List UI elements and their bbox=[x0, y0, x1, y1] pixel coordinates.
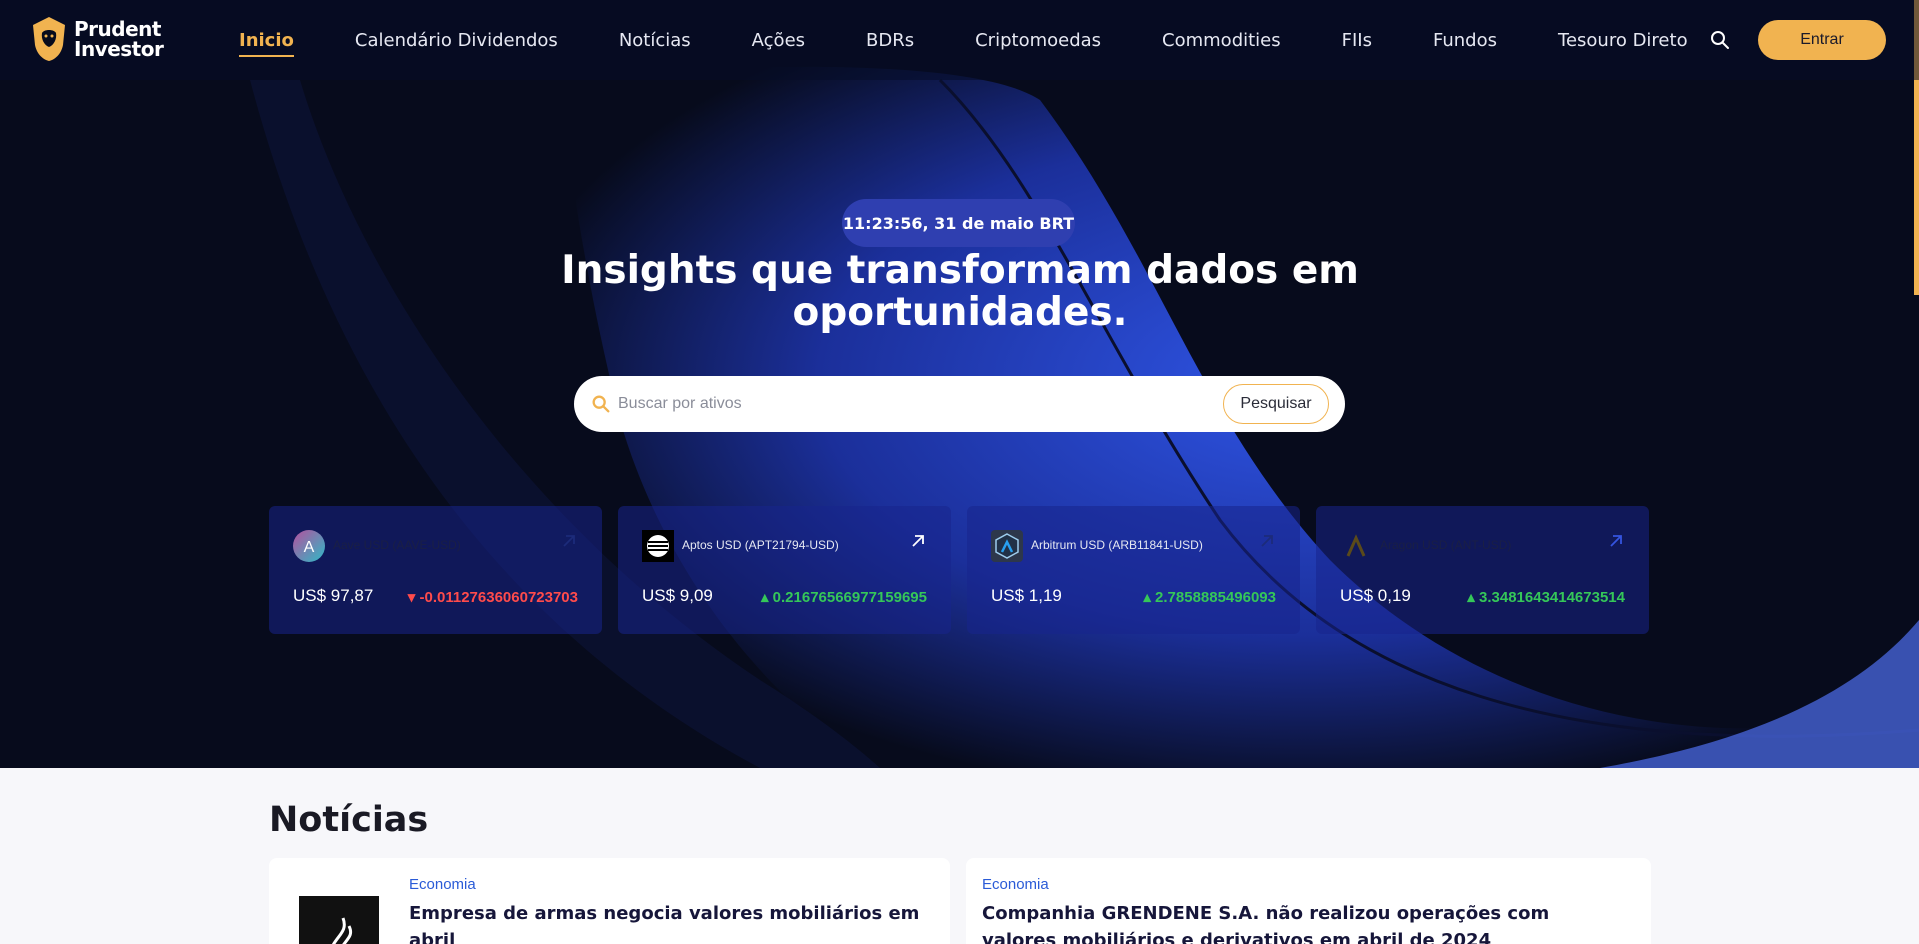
lion-logo-icon bbox=[33, 17, 65, 61]
ticker-card[interactable]: Aptos USD (APT21794-USD) US$ 9,09 ▴ 0.21… bbox=[618, 506, 951, 634]
news-category[interactable]: Economia bbox=[409, 876, 476, 893]
hero-section: 11:23:56, 31 de maio BRT Insights que tr… bbox=[0, 0, 1919, 768]
login-button[interactable]: Entrar bbox=[1758, 20, 1886, 60]
nav-item-bdrs[interactable]: BDRs bbox=[866, 30, 914, 51]
ticker-price: US$ 97,87 bbox=[293, 586, 374, 605]
hero-title: Insights que transformam dados em oportu… bbox=[561, 248, 1359, 335]
arrow-up-right-icon[interactable] bbox=[1258, 532, 1276, 550]
news-section-title: Notícias bbox=[269, 800, 429, 840]
asset-search-input[interactable] bbox=[618, 388, 1218, 420]
news-headline[interactable]: Companhia GRENDENE S.A. não realizou ope… bbox=[982, 900, 1582, 944]
arbitrum-icon bbox=[991, 530, 1023, 562]
news-thumbnail bbox=[299, 896, 379, 944]
arrow-up-right-icon[interactable] bbox=[1607, 532, 1625, 550]
nav-item-criptomoedas[interactable]: Criptomoedas bbox=[975, 30, 1101, 51]
ticker-name: Arbitrum USD (ARB11841-USD) bbox=[1031, 538, 1203, 552]
arrow-down-icon: ▾ bbox=[407, 589, 420, 606]
search-icon[interactable] bbox=[1708, 28, 1732, 52]
ticker-price: US$ 9,09 bbox=[642, 586, 713, 605]
news-category[interactable]: Economia bbox=[982, 876, 1049, 893]
time-badge: 11:23:56, 31 de maio BRT bbox=[842, 199, 1075, 247]
nav-item-acoes[interactable]: Ações bbox=[752, 30, 805, 51]
ticker-change: ▴ 3.3481643414673514 bbox=[1467, 589, 1625, 606]
ticker-card[interactable]: Aragon USD (ANT-USD) US$ 0,19 ▴ 3.348164… bbox=[1316, 506, 1649, 634]
ticker-name: Aave USD (AAVE-USD) bbox=[333, 538, 461, 552]
nav-item-fiis[interactable]: FIIs bbox=[1342, 30, 1372, 51]
aave-icon: A bbox=[293, 530, 325, 562]
aptos-icon bbox=[642, 530, 674, 562]
ticker-name: Aragon USD (ANT-USD) bbox=[1380, 538, 1512, 552]
asset-search-bar: Pesquisar bbox=[574, 376, 1345, 432]
ticker-change: ▾ -0.01127636060723703 bbox=[407, 589, 578, 606]
nav-links: Inicio Calendário Dividendos Notícias Aç… bbox=[239, 0, 1688, 80]
ticker-cards: A Aave USD (AAVE-USD) US$ 97,87 ▾ -0.011… bbox=[269, 506, 1651, 634]
nav-item-noticias[interactable]: Notícias bbox=[619, 30, 691, 51]
arrow-up-icon: ▴ bbox=[1467, 589, 1479, 606]
search-icon bbox=[592, 395, 610, 413]
news-card[interactable]: Economia Companhia GRENDENE S.A. não rea… bbox=[966, 858, 1651, 944]
ticker-change: ▴ 2.7858885496093 bbox=[1143, 589, 1276, 606]
ticker-change: ▴ 0.21676566977159695 bbox=[760, 589, 927, 606]
nav-item-fundos[interactable]: Fundos bbox=[1433, 30, 1497, 51]
svg-text:A: A bbox=[304, 539, 315, 556]
top-navigation: Prudent Investor Inicio Calendário Divid… bbox=[0, 0, 1919, 80]
nav-item-calendario-dividendos[interactable]: Calendário Dividendos bbox=[355, 30, 558, 51]
ticker-card[interactable]: A Aave USD (AAVE-USD) US$ 97,87 ▾ -0.011… bbox=[269, 506, 602, 634]
news-card[interactable]: Economia Empresa de armas negocia valore… bbox=[269, 858, 950, 944]
ticker-price: US$ 0,19 bbox=[1340, 586, 1411, 605]
news-headline[interactable]: Empresa de armas negocia valores mobiliá… bbox=[409, 900, 929, 944]
arrow-up-right-icon[interactable] bbox=[909, 532, 927, 550]
nav-item-tesouro-direto[interactable]: Tesouro Direto bbox=[1558, 30, 1688, 51]
arrow-up-icon: ▴ bbox=[1143, 589, 1156, 606]
nav-item-inicio[interactable]: Inicio bbox=[239, 30, 294, 57]
aragon-icon bbox=[1340, 530, 1372, 562]
ticker-name: Aptos USD (APT21794-USD) bbox=[682, 538, 839, 552]
logo[interactable]: Prudent Investor bbox=[30, 15, 164, 63]
arrow-up-right-icon[interactable] bbox=[560, 532, 578, 550]
nav-item-commodities[interactable]: Commodities bbox=[1162, 30, 1281, 51]
arrow-up-icon: ▴ bbox=[760, 589, 773, 606]
logo-text: Prudent Investor bbox=[74, 17, 164, 61]
ticker-price: US$ 1,19 bbox=[991, 586, 1062, 605]
search-button[interactable]: Pesquisar bbox=[1223, 384, 1329, 424]
ticker-card[interactable]: Arbitrum USD (ARB11841-USD) US$ 1,19 ▴ 2… bbox=[967, 506, 1300, 634]
